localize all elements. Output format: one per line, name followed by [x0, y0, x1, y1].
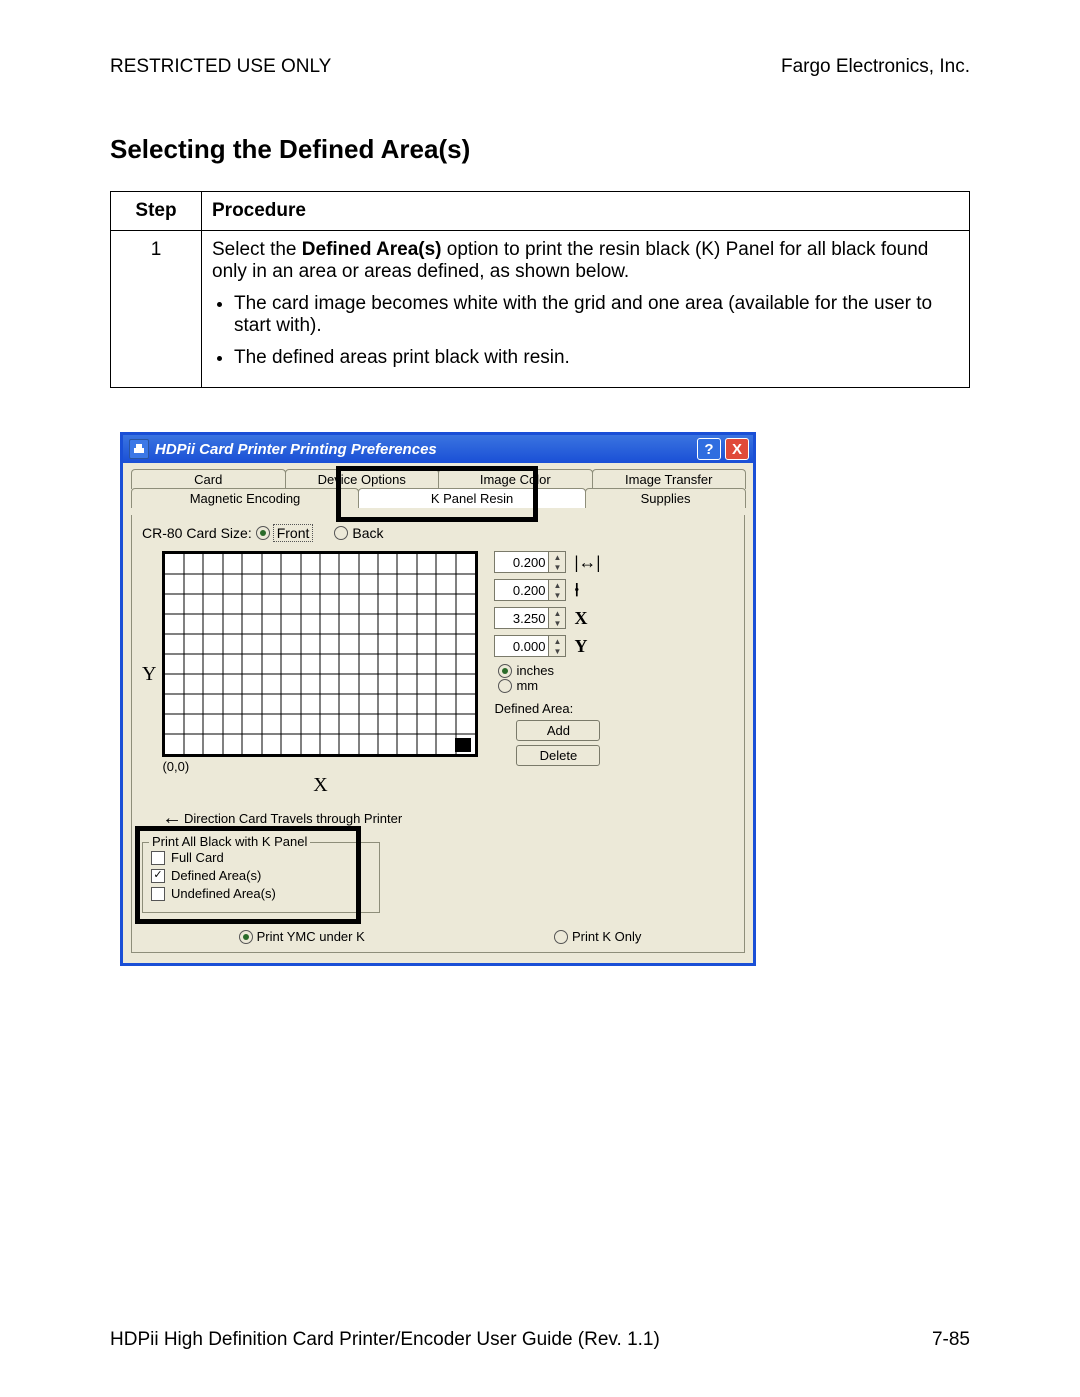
width-spinner[interactable]: ▲▼|↔|: [494, 551, 600, 573]
x-axis-label: X: [162, 774, 478, 797]
tab-image-transfer[interactable]: Image Transfer: [592, 469, 747, 489]
tab-magnetic-encoding[interactable]: Magnetic Encoding: [131, 488, 359, 508]
direction-label: Direction Card Travels through Printer: [184, 811, 402, 826]
print-black-group: Print All Black with K Panel Full Card ✓…: [142, 842, 380, 913]
height-icon: ⍿: [574, 580, 579, 601]
defined-area-label: Defined Area:: [494, 701, 600, 716]
radio-front-label: Front: [274, 525, 313, 541]
radio-back[interactable]: [334, 526, 348, 540]
arrow-left-icon: ←: [162, 807, 182, 830]
dialog-titlebar: HDPii Card Printer Printing Preferences …: [123, 435, 753, 463]
height-input[interactable]: [494, 579, 549, 601]
card-size-label: CR-80 Card Size:: [142, 525, 252, 541]
radio-inches[interactable]: [498, 664, 512, 678]
step-text: Select the Defined Area(s) option to pri…: [202, 231, 970, 388]
radio-back-label: Back: [352, 525, 383, 541]
width-icon: |↔|: [574, 552, 600, 573]
label-mm: mm: [516, 678, 538, 693]
y-input[interactable]: [494, 635, 549, 657]
radio-print-ymc[interactable]: [239, 930, 253, 944]
card-grid[interactable]: [162, 551, 478, 757]
bullet-1: The card image becomes white with the gr…: [234, 293, 959, 337]
chk-defined-areas[interactable]: ✓Defined Area(s): [151, 868, 371, 883]
label-inches: inches: [516, 663, 554, 678]
procedure-table: Step Procedure 1 Select the Defined Area…: [110, 191, 970, 388]
radio-print-k-only[interactable]: [554, 930, 568, 944]
preferences-dialog: HDPii Card Printer Printing Preferences …: [120, 432, 756, 966]
dialog-title: HDPii Card Printer Printing Preferences: [155, 441, 693, 458]
page-title: Selecting the Defined Area(s): [110, 134, 970, 165]
tab-image-color[interactable]: Image Color: [438, 469, 593, 489]
tab-supplies[interactable]: Supplies: [585, 488, 746, 508]
origin-label: (0,0): [162, 759, 478, 774]
x-sym: X: [574, 608, 587, 629]
col-step: Step: [111, 192, 202, 231]
tab-device-options[interactable]: Device Options: [285, 469, 440, 489]
step-number: 1: [111, 231, 202, 388]
y-axis-label: Y: [142, 663, 156, 686]
tab-card[interactable]: Card: [131, 469, 286, 489]
bullet-2: The defined areas print black with resin…: [234, 347, 959, 369]
tab-strip: Card Device Options Image Color Image Tr…: [131, 469, 745, 515]
x-input[interactable]: [494, 607, 549, 629]
footer-right: 7-85: [932, 1329, 970, 1351]
delete-button[interactable]: Delete: [516, 745, 600, 766]
height-spinner[interactable]: ▲▼⍿: [494, 579, 600, 601]
add-button[interactable]: Add: [516, 720, 600, 741]
width-input[interactable]: [494, 551, 549, 573]
footer-left: HDPii High Definition Card Printer/Encod…: [110, 1329, 660, 1351]
card-size-row: CR-80 Card Size: Front Back: [142, 525, 734, 541]
x-spinner[interactable]: ▲▼X: [494, 607, 600, 629]
tab-k-panel-resin[interactable]: K Panel Resin: [358, 488, 586, 508]
header-right: Fargo Electronics, Inc.: [781, 56, 970, 78]
col-procedure: Procedure: [202, 192, 970, 231]
group-legend: Print All Black with K Panel: [149, 834, 310, 849]
y-spinner[interactable]: ▲▼Y: [494, 635, 600, 657]
label-print-k-only: Print K Only: [572, 929, 641, 944]
chk-full-card[interactable]: Full Card: [151, 850, 371, 865]
y-sym: Y: [574, 636, 587, 657]
help-button[interactable]: ?: [697, 438, 721, 460]
label-print-ymc: Print YMC under K: [257, 929, 365, 944]
radio-mm[interactable]: [498, 679, 512, 693]
header-left: RESTRICTED USE ONLY: [110, 56, 331, 78]
defined-area-marker[interactable]: [455, 738, 471, 752]
chk-undefined-areas[interactable]: Undefined Area(s): [151, 886, 371, 901]
close-button[interactable]: X: [725, 438, 749, 460]
radio-front[interactable]: [256, 526, 270, 540]
printer-icon: [129, 439, 149, 459]
